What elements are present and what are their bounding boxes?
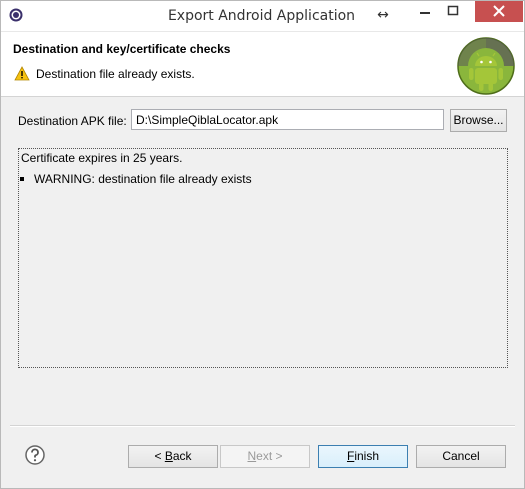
messages-panel: Certificate expires in 25 years. WARNING…: [18, 148, 508, 368]
back-button[interactable]: < Back: [128, 445, 218, 468]
bullet-icon: [20, 177, 24, 181]
destination-apk-input[interactable]: [131, 109, 444, 130]
minimize-icon[interactable]: [411, 1, 439, 22]
next-button[interactable]: Next >: [220, 445, 310, 468]
footer-separator: [10, 425, 515, 427]
maximize-icon[interactable]: [439, 1, 467, 22]
status-message: Destination file already exists.: [36, 67, 195, 81]
warning-icon: [14, 66, 30, 81]
warning-text: WARNING: destination file already exists: [34, 172, 252, 186]
android-logo: [456, 36, 516, 96]
close-icon[interactable]: [475, 1, 523, 22]
destination-label: Destination APK file:: [18, 114, 127, 128]
page-title: Destination and key/certificate checks: [13, 42, 231, 56]
browse-button[interactable]: Browse...: [450, 109, 507, 132]
cancel-button[interactable]: Cancel: [416, 445, 506, 468]
finish-button[interactable]: Finish: [318, 445, 408, 468]
certificate-expiry-text: Certificate expires in 25 years.: [21, 151, 183, 165]
export-dialog: Export Android Application ↔ Destination…: [0, 0, 525, 489]
help-icon[interactable]: [25, 445, 45, 465]
title-bar[interactable]: Export Android Application ↔: [1, 1, 524, 32]
wizard-header: Destination and key/certificate checks D…: [1, 32, 524, 97]
resize-arrows-icon[interactable]: ↔: [375, 7, 391, 23]
